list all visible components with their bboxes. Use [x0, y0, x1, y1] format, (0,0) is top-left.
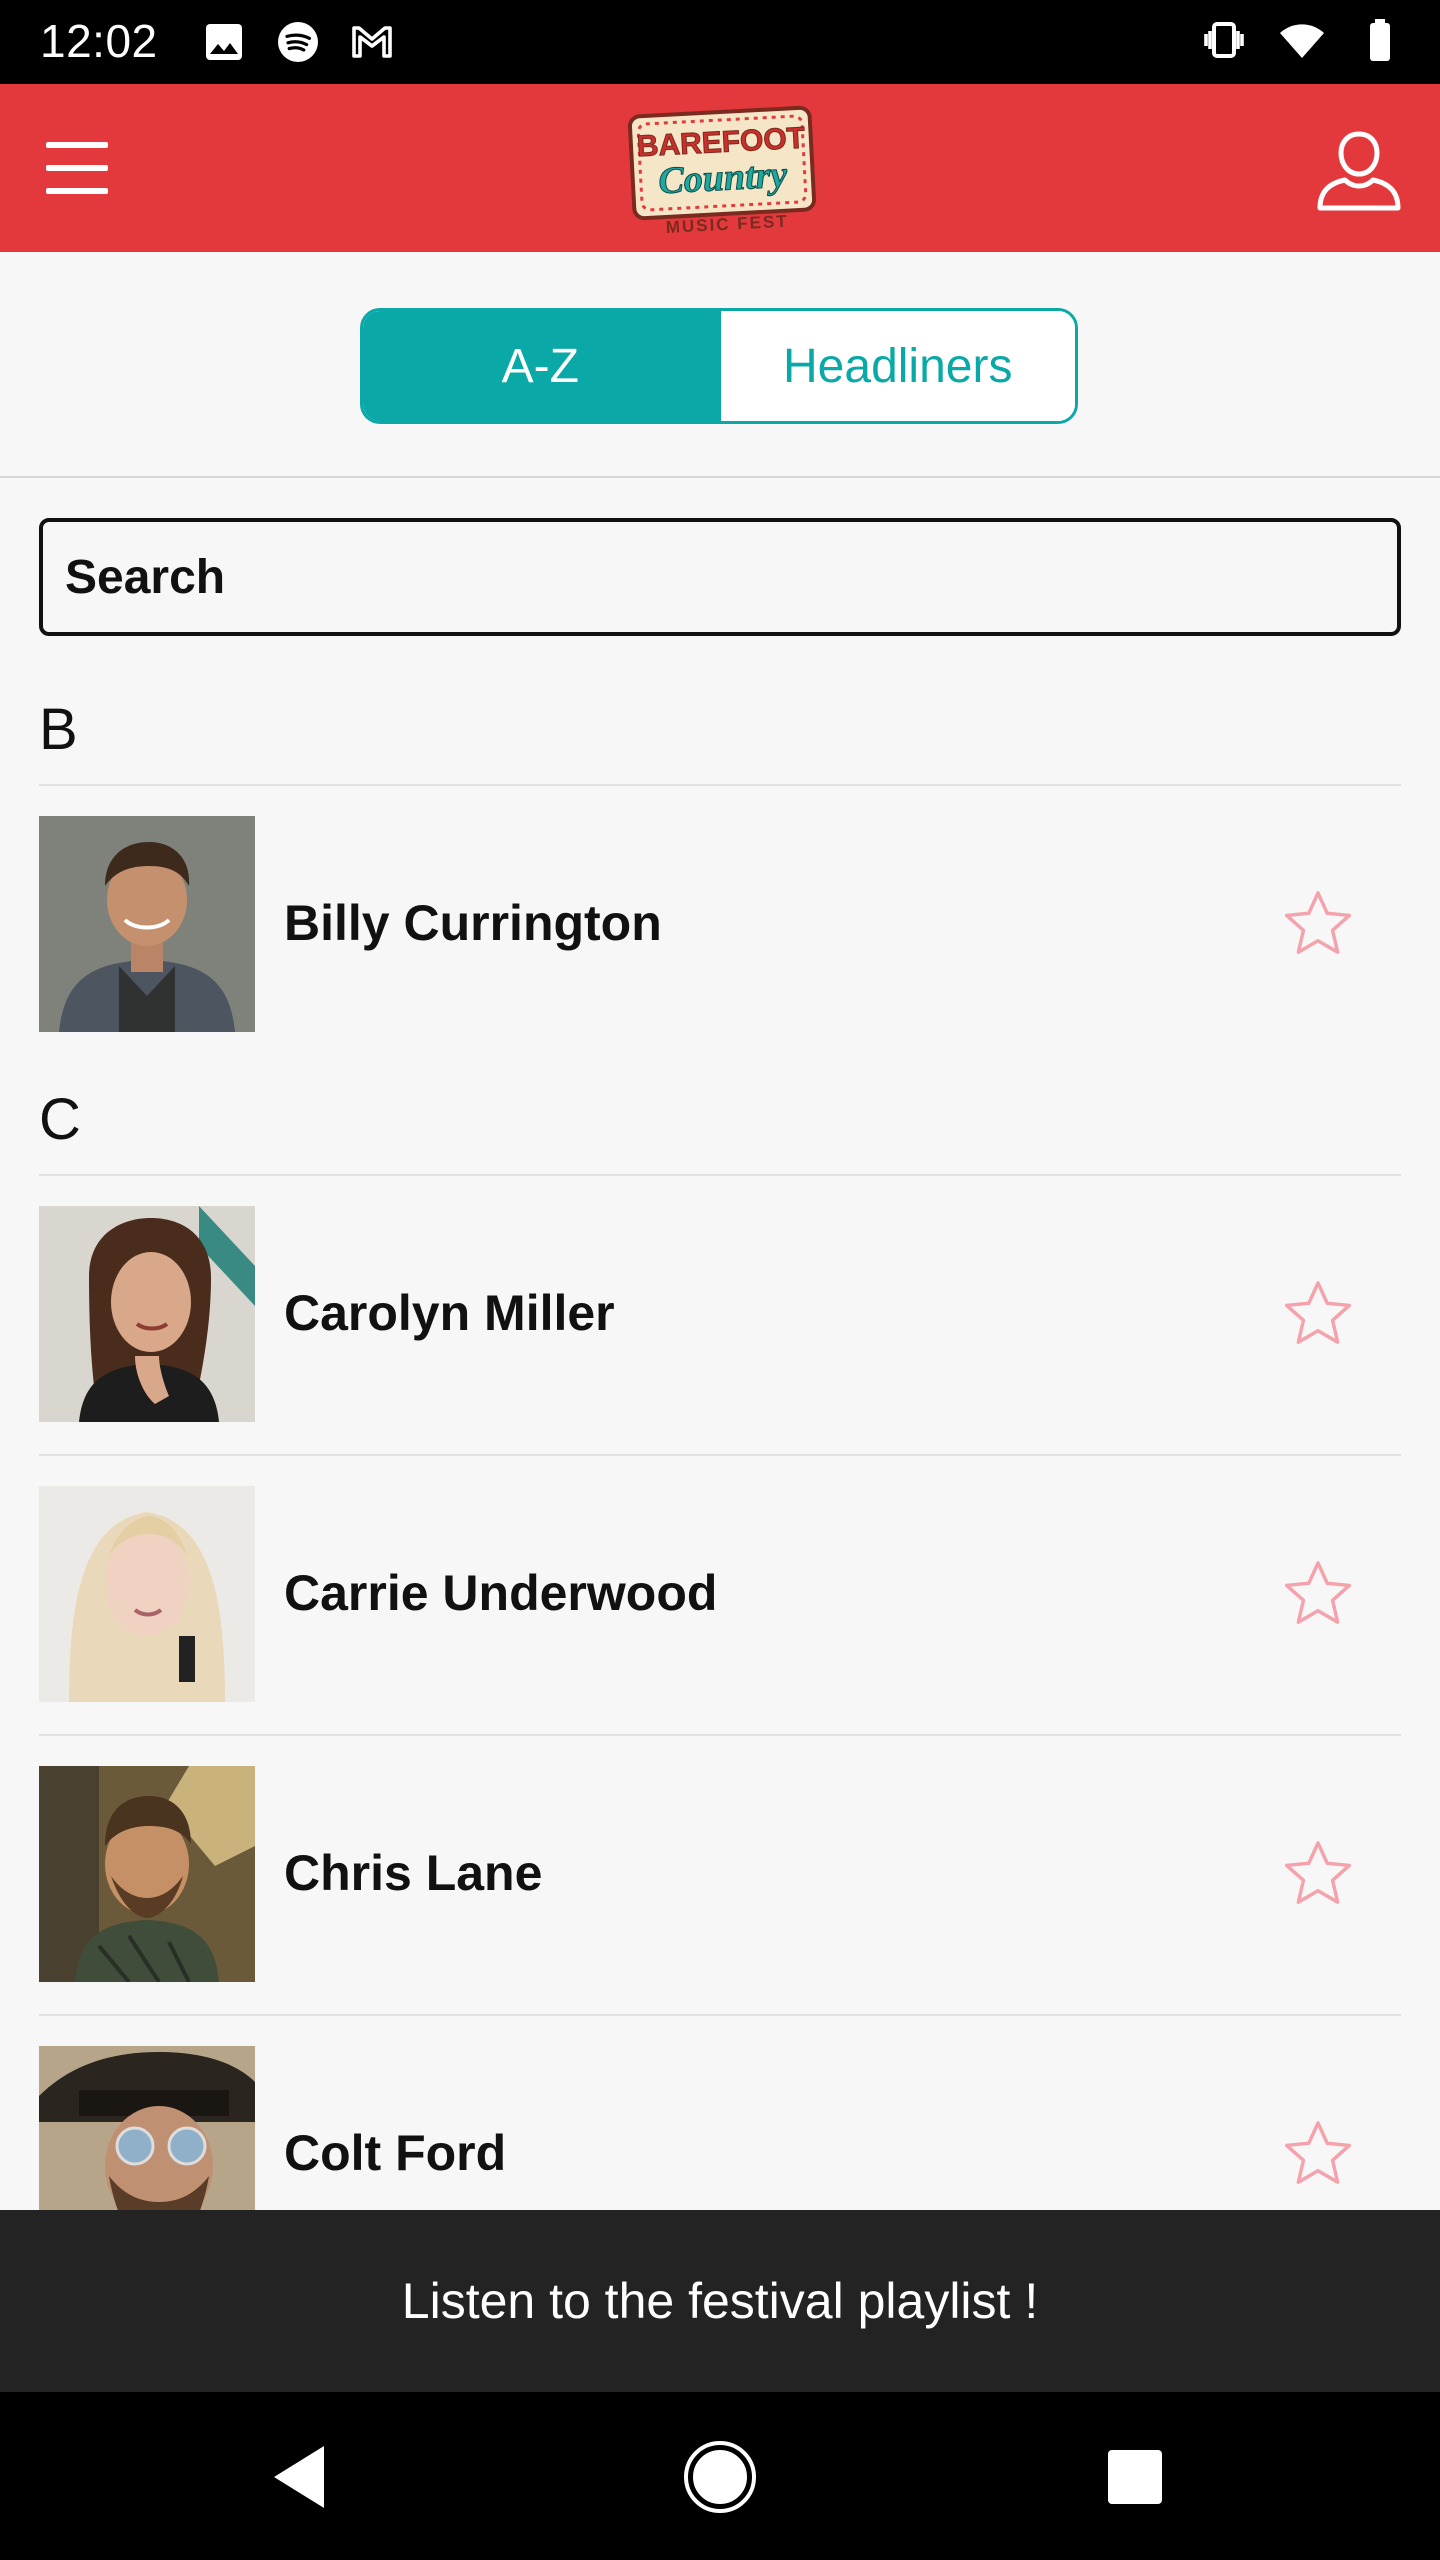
- artist-row-carolyn-miller[interactable]: Carolyn Miller: [0, 1206, 1440, 1486]
- system-nav-bar: [0, 2392, 1440, 2560]
- artist-name: Carolyn Miller: [284, 1285, 615, 1341]
- tab-a-z[interactable]: A-Z: [363, 311, 718, 421]
- star-icon[interactable]: [1280, 1276, 1356, 1352]
- artist-row-chris-lane[interactable]: Chris Lane: [0, 1766, 1440, 2046]
- artist-photo: [39, 2046, 255, 2210]
- divider: [39, 1734, 1401, 1736]
- artist-photo: [39, 1766, 255, 1982]
- artist-photo: [39, 1486, 255, 1702]
- gmail-icon: [352, 26, 392, 58]
- star-icon[interactable]: [1280, 1836, 1356, 1912]
- segmented-control: A-Z Headliners: [360, 308, 1078, 424]
- divider: [39, 784, 1401, 786]
- star-icon[interactable]: [1280, 886, 1356, 962]
- status-bar: 12:02: [0, 0, 1440, 84]
- playlist-banner[interactable]: Listen to the festival playlist !: [0, 2210, 1440, 2392]
- status-time: 12:02: [40, 15, 158, 67]
- tab-headliners[interactable]: Headliners: [717, 311, 1075, 421]
- app-header: BAREFOOT Country MUSIC FEST: [0, 84, 1440, 252]
- artist-list[interactable]: B Billy Currington C Carolyn Miller Carr…: [0, 680, 1440, 2210]
- vibrate-icon: [1204, 22, 1244, 58]
- search-input[interactable]: [39, 518, 1401, 636]
- artist-name: Chris Lane: [284, 1845, 543, 1901]
- star-icon[interactable]: [1280, 2116, 1356, 2192]
- artist-row-colt-ford[interactable]: Colt Ford: [0, 2046, 1440, 2210]
- artist-photo: [39, 816, 255, 1032]
- section-header-c: C: [39, 1087, 81, 1152]
- artist-row-billy-currington[interactable]: Billy Currington: [0, 816, 1440, 1096]
- barefoot-country-logo: BAREFOOT Country MUSIC FEST: [627, 105, 817, 237]
- artist-name: Carrie Underwood: [284, 1565, 718, 1621]
- system-icons: [1200, 16, 1404, 64]
- spotify-icon: [278, 22, 318, 62]
- star-icon[interactable]: [1280, 1556, 1356, 1632]
- section-header-b: B: [39, 697, 78, 762]
- image-icon: [206, 24, 242, 60]
- battery-icon: [1370, 19, 1390, 61]
- recents-icon[interactable]: [1090, 2432, 1180, 2522]
- back-icon[interactable]: [256, 2432, 346, 2522]
- logo-line2: Country: [657, 154, 788, 203]
- tab-bar: A-Z Headliners: [0, 252, 1440, 478]
- artist-photo: [39, 1206, 255, 1422]
- notification-icons: [200, 18, 396, 66]
- profile-icon[interactable]: [1314, 124, 1404, 214]
- wifi-icon: [1280, 24, 1324, 58]
- divider: [39, 1174, 1401, 1176]
- artist-row-carrie-underwood[interactable]: Carrie Underwood: [0, 1486, 1440, 1766]
- divider: [39, 1454, 1401, 1456]
- hamburger-menu-icon[interactable]: [38, 130, 118, 206]
- artist-name: Colt Ford: [284, 2125, 507, 2181]
- home-icon[interactable]: [675, 2432, 765, 2522]
- divider: [39, 2014, 1401, 2016]
- artist-name: Billy Currington: [284, 895, 662, 951]
